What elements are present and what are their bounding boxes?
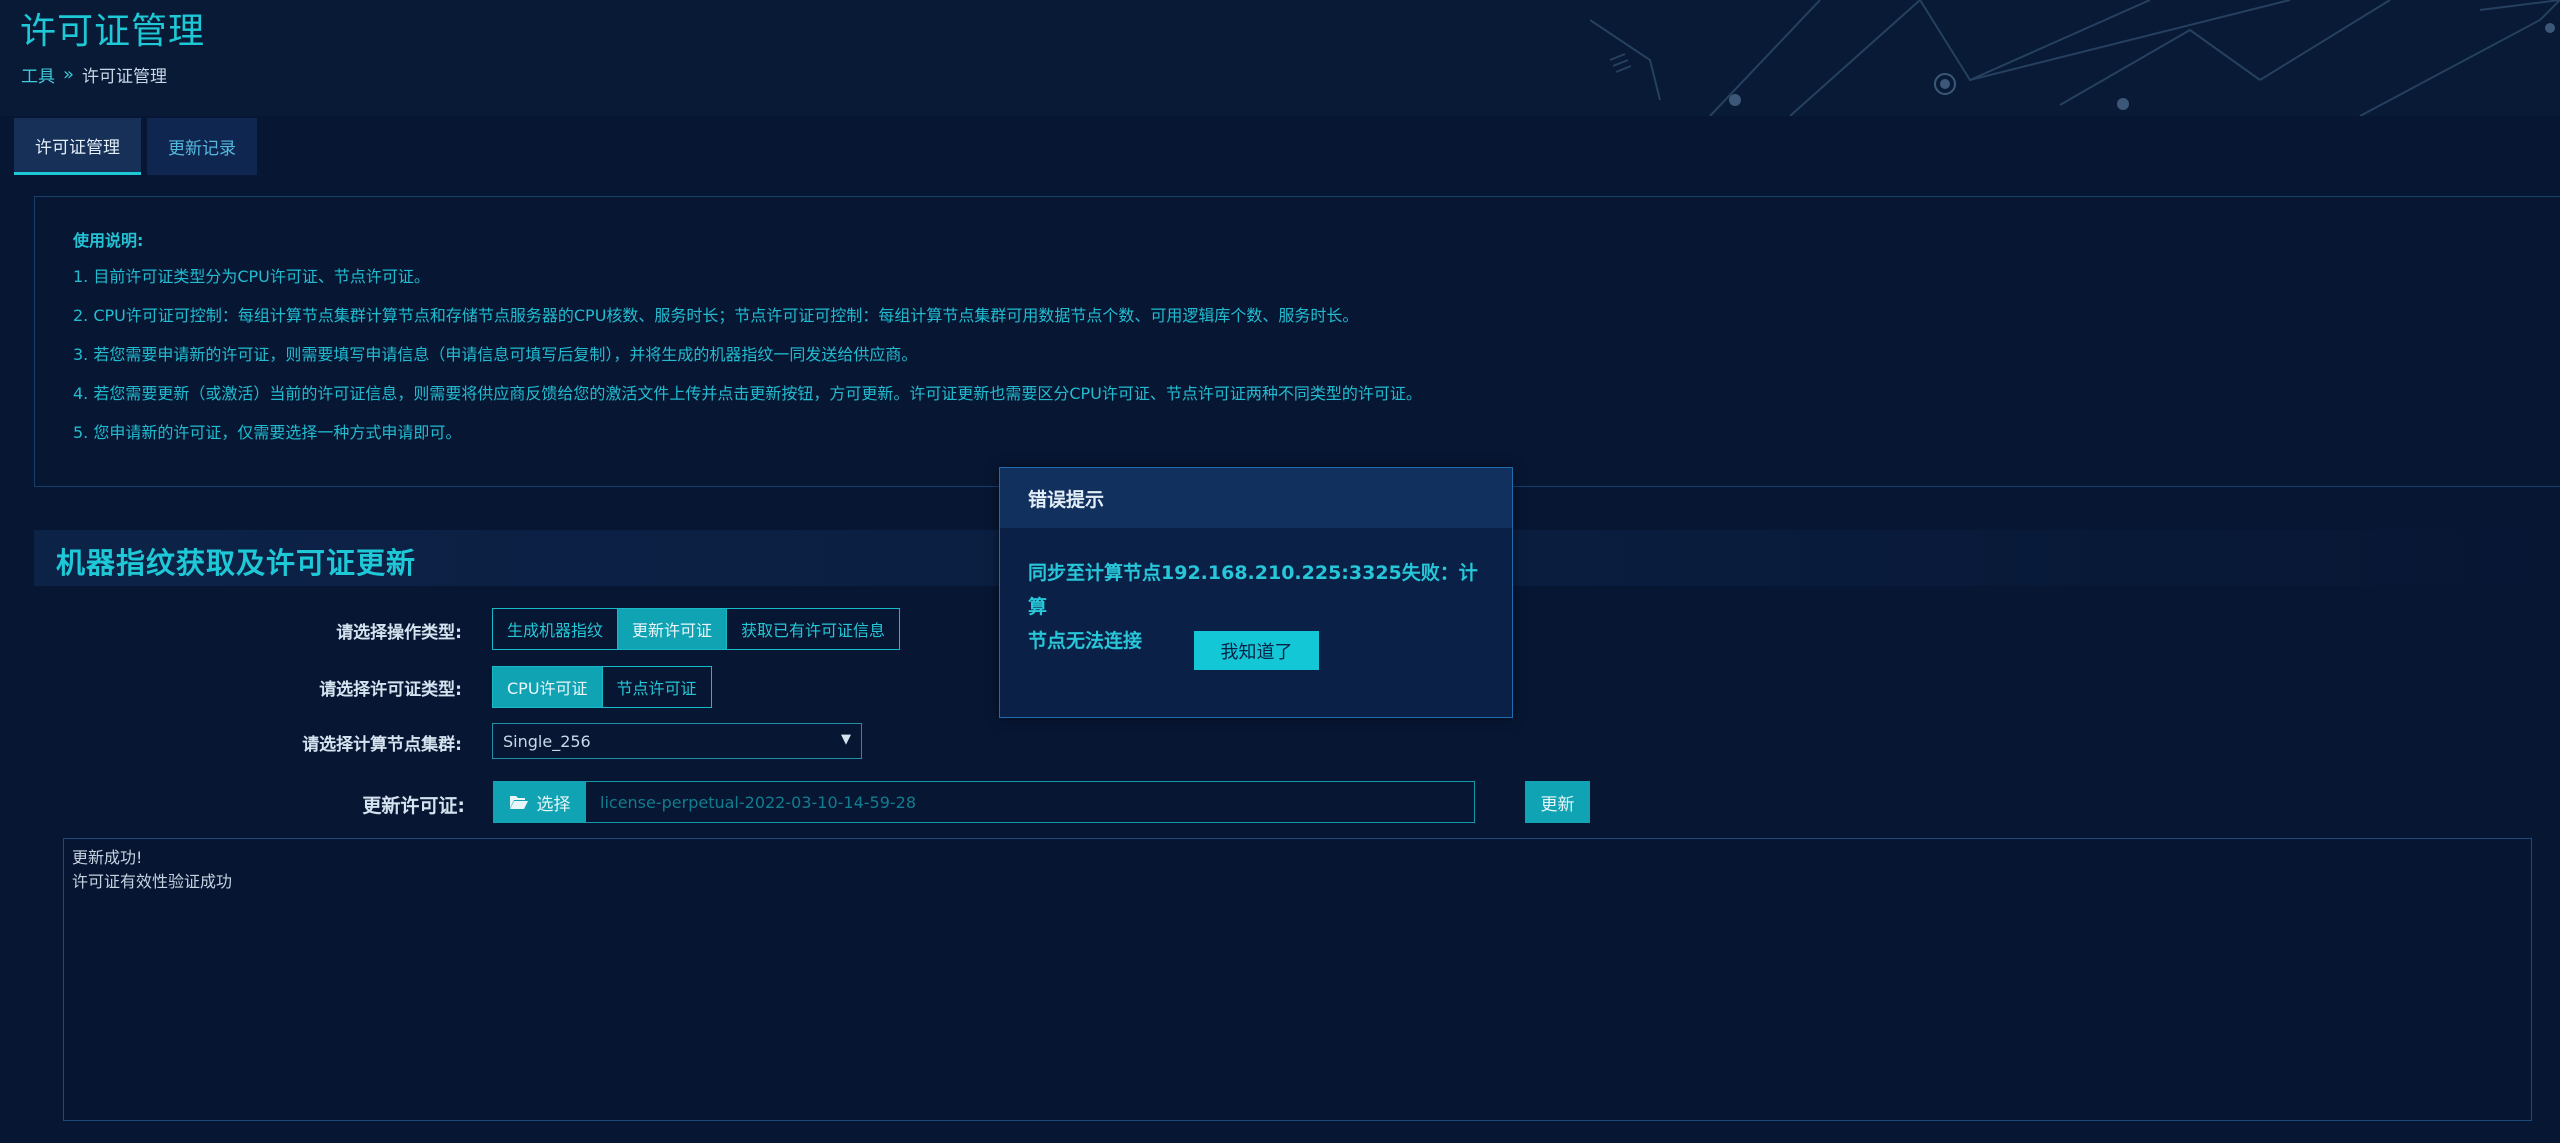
license-type-label: 请选择许可证类型: [319, 680, 462, 700]
tab-bar: 许可证管理 更新记录 [14, 118, 257, 175]
operation-type-label: 请选择操作类型: [336, 623, 462, 643]
instruction-line: 2. CPU许可证可控制：每组计算节点集群计算节点和存储节点服务器的CPU核数、… [73, 306, 1359, 325]
option-get-license-info[interactable]: 获取已有许可证信息 [727, 609, 900, 649]
cluster-select[interactable]: Single_256 ▼ [492, 723, 862, 759]
page-header: 许可证管理 工具 » 许可证管理 [0, 0, 2560, 116]
cluster-label: 请选择计算节点集群: [302, 735, 462, 755]
dialog-ok-button[interactable]: 我知道了 [1194, 631, 1319, 670]
instruction-line: 5. 您申请新的许可证，仅需要选择一种方式申请即可。 [73, 423, 462, 442]
file-picker: 选择 license-perpetual-2022-03-10-14-59-28 [493, 781, 1475, 823]
instruction-line: 1. 目前许可证类型分为CPU许可证、节点许可证。 [73, 267, 430, 286]
output-line: 更新成功! [72, 848, 143, 867]
dialog-message-line: 同步至计算节点192.168.210.225:3325失败：计算 [1028, 562, 1478, 618]
result-output[interactable]: 更新成功! 许可证有效性验证成功 [63, 838, 2532, 1121]
license-type-group: CPU许可证 节点许可证 [492, 666, 712, 708]
instruction-line: 3. 若您需要申请新的许可证，则需要填写申请信息（申请信息可填写后复制），并将生… [73, 345, 918, 364]
option-update-license[interactable]: 更新许可证 [618, 609, 728, 649]
selected-file-field[interactable]: license-perpetual-2022-03-10-14-59-28 [586, 781, 1475, 823]
dialog-title: 错误提示 [1000, 468, 1512, 528]
circuit-decoration [1590, 0, 2560, 116]
error-dialog: 错误提示 同步至计算节点192.168.210.225:3325失败：计算 节点… [999, 467, 1513, 718]
caret-down-icon: ▼ [841, 732, 851, 747]
circuit-node [2117, 98, 2129, 110]
update-button[interactable]: 更新 [1525, 781, 1590, 823]
choose-file-label: 选择 [536, 794, 571, 815]
circuit-node [1940, 79, 1950, 89]
page-title: 许可证管理 [20, 11, 206, 52]
tab-license-management[interactable]: 许可证管理 [14, 118, 141, 175]
operation-type-group: 生成机器指纹 更新许可证 获取已有许可证信息 [492, 608, 901, 650]
option-node-license[interactable]: 节点许可证 [602, 667, 711, 707]
breadcrumb-current: 许可证管理 [82, 67, 168, 87]
circuit-node [1729, 94, 1741, 106]
instructions-heading: 使用说明: [73, 231, 144, 250]
update-license-label: 更新许可证: [362, 795, 465, 817]
breadcrumb-link-tools[interactable]: 工具 [21, 62, 55, 87]
folder-open-icon [509, 796, 528, 809]
option-cpu-license[interactable]: CPU许可证 [493, 667, 603, 707]
section-title: 机器指纹获取及许可证更新 [56, 546, 417, 580]
breadcrumb-separator-icon: » [63, 64, 75, 85]
circuit-node [2545, 23, 2555, 33]
instruction-line: 4. 若您需要更新（或激活）当前的许可证信息，则需要将供应商反馈给您的激活文件上… [73, 384, 1422, 403]
choose-file-button[interactable]: 选择 [493, 781, 586, 823]
breadcrumb: 工具 » 许可证管理 [21, 62, 167, 87]
tab-update-records[interactable]: 更新记录 [147, 118, 257, 175]
output-line: 许可证有效性验证成功 [72, 872, 233, 891]
option-generate-fingerprint[interactable]: 生成机器指纹 [493, 609, 619, 649]
cluster-select-value: Single_256 [503, 731, 591, 751]
instructions-panel: 使用说明: 1. 目前许可证类型分为CPU许可证、节点许可证。 2. CPU许可… [34, 196, 2560, 487]
